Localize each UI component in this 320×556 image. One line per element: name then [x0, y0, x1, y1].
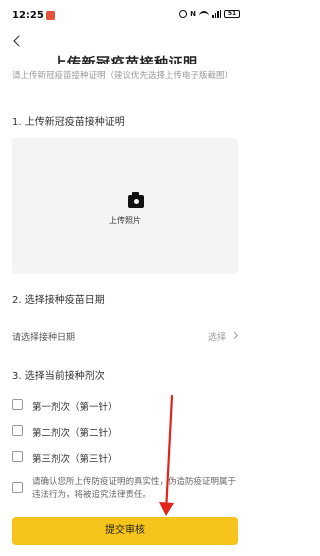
chevron-left-icon [13, 35, 25, 47]
camera-icon [128, 192, 144, 208]
date-select-text: 选择 [207, 333, 226, 343]
nfc-icon: N [190, 10, 196, 18]
battery-icon: 51 [224, 10, 240, 18]
dose-checkbox[interactable] [12, 399, 23, 410]
dose-option-second[interactable]: 第二剂次（第二针） [12, 423, 212, 439]
status-icons: N 51 [179, 10, 240, 18]
nav-bar: 上传新冠疫苗接种证明 [0, 30, 250, 64]
page-title: 上传新冠疫苗接种证明 [52, 56, 198, 64]
back-button[interactable] [12, 34, 26, 50]
chevron-right-icon [230, 331, 239, 340]
dose-option-first[interactable]: 第一剂次（第一针） [12, 397, 212, 413]
dose-checkbox[interactable] [12, 425, 23, 436]
dose-option-label: 第一剂次（第一针） [32, 402, 118, 413]
upload-photo-label: 上传照片 [109, 216, 141, 225]
signal-icon [212, 10, 221, 18]
dose-option-third[interactable]: 第三剂次（第三针） [12, 449, 212, 465]
annotation-arrow [159, 394, 174, 516]
consent-checkbox[interactable] [12, 482, 23, 493]
dose-option-label: 第二剂次（第二针） [32, 428, 118, 439]
dose-checkbox[interactable] [12, 451, 23, 462]
dose-option-label: 第三剂次（第三针） [32, 454, 118, 465]
camera-lens [132, 198, 140, 205]
date-picker-label: 请选择接种日期 [12, 333, 76, 343]
wifi-icon [199, 10, 209, 18]
consent-text: 请确认您所上传防疫证明的真实性，伪造防疫证明属于违法行为，将被追究法律责任。 [32, 477, 237, 500]
status-bar: 12:25 N 51 [0, 0, 250, 30]
date-picker-row[interactable]: 请选择接种日期 选择 [12, 320, 240, 350]
section-title-dose: 3. 选择当前接种剂次 [12, 371, 105, 382]
upload-hint: 请上传新冠疫苗接种证明（建议优先选择上传电子版截图） [12, 71, 234, 81]
status-time: 12:25 [12, 10, 44, 21]
submit-review-button[interactable]: 提交审核 [12, 517, 238, 545]
upload-photo-area[interactable]: 上传照片 [12, 138, 238, 274]
app-notification-icon [46, 11, 55, 20]
section-title-upload: 1. 上传新冠疫苗接种证明 [12, 117, 125, 128]
section-title-date: 2. 选择接种疫苗日期 [12, 295, 105, 306]
consent-row[interactable]: 请确认您所上传防疫证明的真实性，伪造防疫证明属于违法行为，将被追究法律责任。 [12, 476, 240, 506]
alarm-icon [179, 10, 188, 18]
